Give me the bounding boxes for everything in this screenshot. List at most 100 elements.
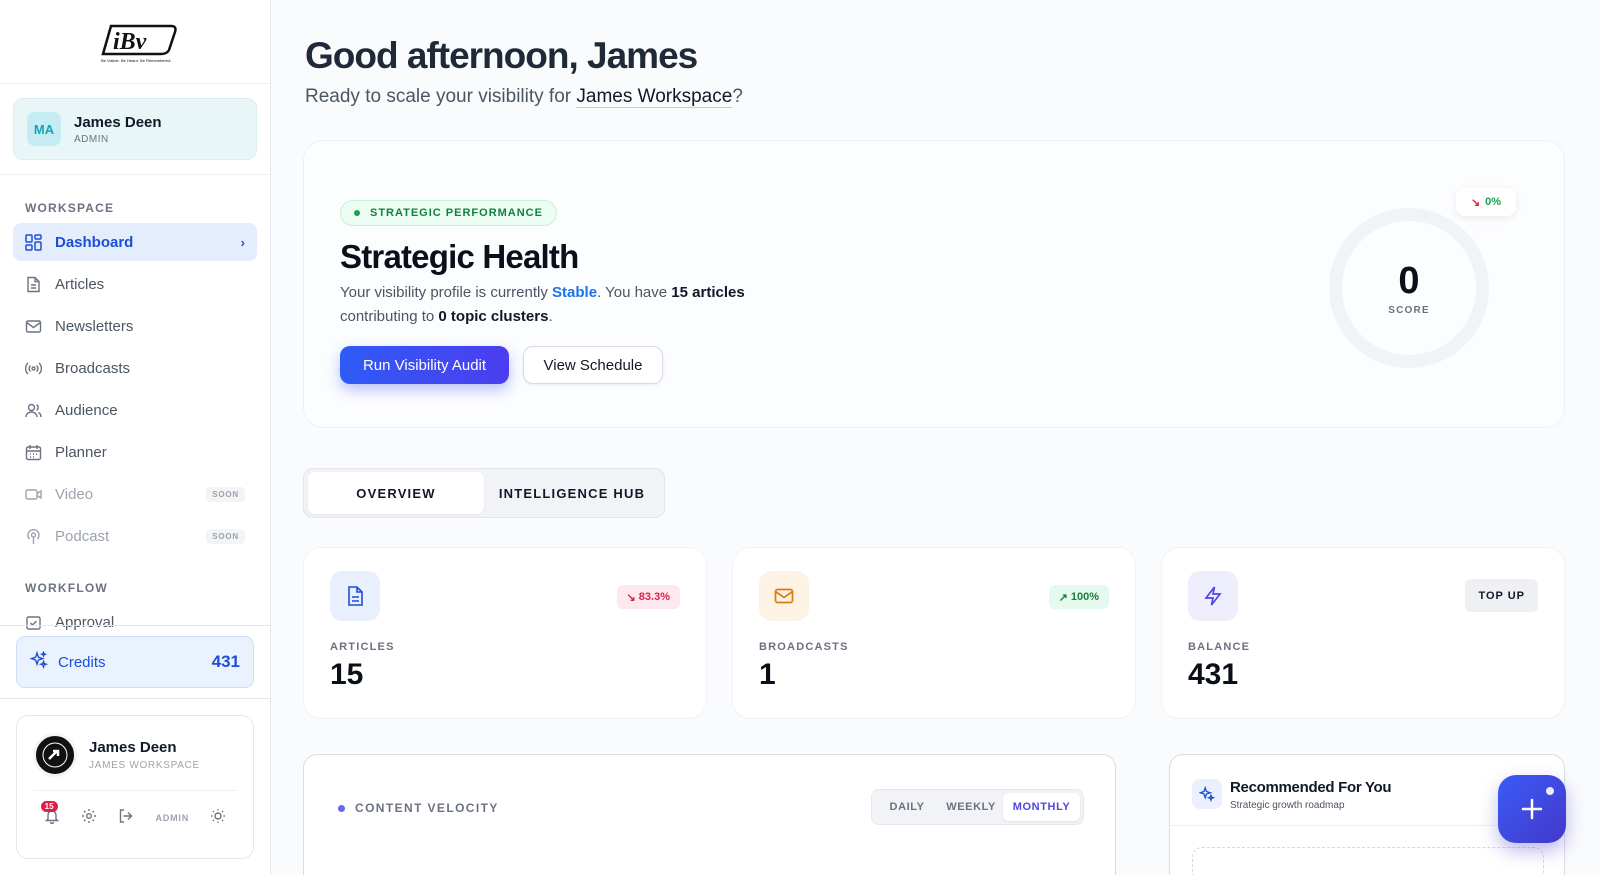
credits-button[interactable]: Credits 431 bbox=[16, 636, 254, 688]
content-velocity-card: CONTENT VELOCITY DAILY WEEKLY MONTHLY bbox=[303, 754, 1116, 875]
workspace-link[interactable]: James Workspace bbox=[576, 86, 733, 108]
arrow-down-right-icon: ↘ bbox=[1470, 196, 1481, 209]
hero-description: Your visibility profile is currently Sta… bbox=[340, 281, 780, 329]
stat-card-broadcasts[interactable]: ↗ 100% BROADCASTS 1 bbox=[732, 547, 1136, 719]
dot-icon bbox=[338, 804, 345, 812]
desc-text: . bbox=[548, 308, 553, 325]
nav-scroll-area[interactable]: WORKSPACE Dashboard › Articles Newslette… bbox=[0, 175, 270, 631]
credits-area: Credits 431 bbox=[0, 625, 270, 688]
sparkle-icon bbox=[29, 650, 49, 674]
current-user-card[interactable]: MA James Deen ADMIN bbox=[13, 98, 257, 160]
account-card: James Deen JAMES WORKSPACE 15 ADMIN bbox=[16, 715, 254, 859]
view-tabs: OVERVIEW INTELLIGENCE HUB bbox=[303, 468, 665, 518]
page-subtitle: Ready to scale your visibility for James… bbox=[305, 86, 1565, 108]
logo-tagline: Be Visible. Be Heard. Be Remembered. bbox=[101, 58, 171, 63]
sidebar-item-label: Planner bbox=[55, 443, 107, 461]
sidebar-item-broadcasts[interactable]: Broadcasts bbox=[13, 349, 257, 387]
sidebar-item-label: Video bbox=[55, 485, 94, 503]
divider bbox=[33, 790, 237, 791]
calendar-icon bbox=[25, 444, 42, 461]
credits-value: 431 bbox=[211, 652, 240, 671]
period-monthly[interactable]: MONTHLY bbox=[1003, 793, 1080, 821]
settings-button[interactable] bbox=[81, 808, 97, 829]
sun-icon bbox=[211, 808, 226, 823]
fab-indicator-dot bbox=[1546, 787, 1554, 795]
period-weekly[interactable]: WEEKLY bbox=[939, 793, 1003, 821]
stat-label: ARTICLES bbox=[330, 641, 395, 653]
sidebar-item-newsletters[interactable]: Newsletters bbox=[13, 307, 257, 345]
document-icon bbox=[330, 571, 380, 621]
stat-value: 431 bbox=[1188, 658, 1239, 691]
chevron-right-icon: › bbox=[240, 234, 245, 250]
theme-toggle-button[interactable] bbox=[210, 808, 226, 829]
credits-label: Credits bbox=[58, 653, 106, 671]
sidebar-item-articles[interactable]: Articles bbox=[13, 265, 257, 303]
account-avatar[interactable] bbox=[33, 733, 77, 777]
users-icon bbox=[25, 402, 42, 419]
sidebar-item-planner[interactable]: Planner bbox=[13, 433, 257, 471]
topic-clusters-text: 0 topic clusters bbox=[438, 308, 549, 325]
content-velocity-title: CONTENT VELOCITY bbox=[338, 801, 499, 815]
score-value: 0 bbox=[1398, 260, 1420, 302]
ibv-logo[interactable]: iBv Be Visible. Be Heard. Be Remembered. bbox=[93, 20, 177, 64]
period-daily[interactable]: DAILY bbox=[875, 793, 939, 821]
main-content: Good afternoon, James Ready to scale you… bbox=[303, 0, 1565, 875]
view-schedule-button[interactable]: View Schedule bbox=[523, 346, 663, 384]
sparkle-icon bbox=[1192, 779, 1222, 809]
tab-overview[interactable]: OVERVIEW bbox=[308, 472, 484, 514]
top-up-button[interactable]: TOP UP bbox=[1465, 579, 1538, 612]
notifications-button[interactable]: 15 bbox=[40, 800, 60, 829]
user-name: James Deen bbox=[74, 113, 162, 131]
recommended-title: Recommended For You bbox=[1230, 779, 1392, 796]
notification-count-badge: 15 bbox=[40, 800, 58, 812]
period-selector: DAILY WEEKLY MONTHLY bbox=[871, 789, 1084, 825]
dashboard-icon bbox=[25, 233, 42, 251]
recommendation-placeholder bbox=[1192, 847, 1544, 875]
lightning-icon bbox=[1188, 571, 1238, 621]
sidebar-item-dashboard[interactable]: Dashboard › bbox=[13, 223, 257, 261]
subtitle-prefix: Ready to scale your visibility for bbox=[305, 86, 577, 107]
stat-card-balance[interactable]: TOP UP BALANCE 431 bbox=[1161, 547, 1565, 719]
status-dot-icon bbox=[354, 210, 360, 216]
stat-label: BALANCE bbox=[1188, 641, 1251, 653]
podcast-icon bbox=[25, 528, 42, 545]
sidebar: iBv Be Visible. Be Heard. Be Remembered.… bbox=[0, 0, 271, 875]
account-role-label: ADMIN bbox=[155, 813, 190, 823]
gear-icon bbox=[81, 808, 96, 823]
logo-text: iBv bbox=[113, 29, 147, 55]
sidebar-item-label: Audience bbox=[55, 401, 118, 419]
video-icon bbox=[25, 486, 42, 503]
logo-area: iBv Be Visible. Be Heard. Be Remembered. bbox=[0, 0, 270, 84]
pill-label: STRATEGIC PERFORMANCE bbox=[370, 207, 543, 219]
velocity-label: CONTENT VELOCITY bbox=[355, 801, 499, 815]
section-label-workflow: WORKFLOW bbox=[25, 581, 108, 595]
stats-row: ↘ 83.3% ARTICLES 15 ↗ 100% BROADCASTS 1 … bbox=[303, 547, 1565, 719]
logout-button[interactable] bbox=[118, 808, 134, 829]
soon-badge: SOON bbox=[206, 486, 245, 502]
score-trend-value: 0% bbox=[1485, 196, 1502, 208]
run-visibility-audit-button[interactable]: Run Visibility Audit bbox=[340, 346, 509, 384]
sidebar-item-label: Podcast bbox=[55, 527, 110, 545]
create-fab-button[interactable] bbox=[1498, 775, 1566, 843]
tab-intelligence-hub[interactable]: INTELLIGENCE HUB bbox=[484, 472, 660, 514]
stat-label: BROADCASTS bbox=[759, 641, 849, 653]
plus-icon bbox=[1521, 798, 1543, 820]
stat-value: 1 bbox=[759, 658, 776, 691]
articles-count-text: 15 articles bbox=[671, 284, 745, 301]
sidebar-item-label: Newsletters bbox=[55, 317, 134, 335]
trend-value: 83.3% bbox=[638, 591, 670, 603]
score-gauge: 0 SCORE bbox=[1329, 208, 1489, 368]
user-role: ADMIN bbox=[74, 133, 109, 145]
recommended-subtitle: Strategic growth roadmap bbox=[1230, 800, 1345, 811]
sidebar-item-video[interactable]: Video SOON bbox=[13, 475, 257, 513]
sidebar-item-audience[interactable]: Audience bbox=[13, 391, 257, 429]
desc-text: contributing to bbox=[340, 308, 439, 325]
stat-card-articles[interactable]: ↘ 83.3% ARTICLES 15 bbox=[303, 547, 707, 719]
trend-value: 100% bbox=[1070, 591, 1099, 603]
soon-badge: SOON bbox=[206, 528, 245, 544]
mail-icon bbox=[25, 318, 42, 335]
trend-chip-down: ↘ 83.3% bbox=[616, 585, 680, 609]
sidebar-item-podcast[interactable]: Podcast SOON bbox=[13, 517, 257, 555]
score-trend-chip: ↘ 0% bbox=[1456, 188, 1516, 216]
page-greeting: Good afternoon, James bbox=[305, 35, 698, 76]
